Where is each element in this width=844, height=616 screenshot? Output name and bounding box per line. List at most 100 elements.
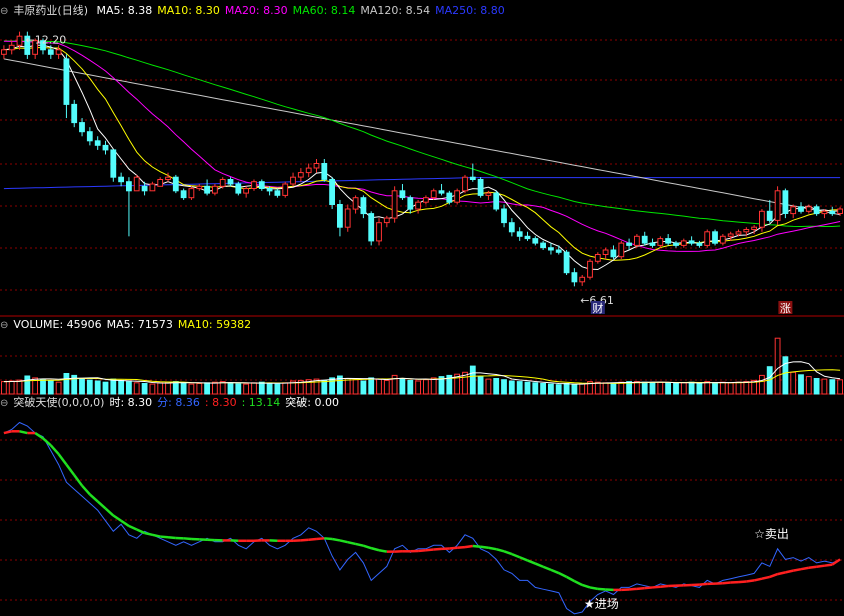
shi-line-segment bbox=[785, 569, 794, 574]
volume-bar bbox=[704, 381, 711, 395]
volume-bar bbox=[782, 356, 789, 395]
candle-body bbox=[243, 188, 249, 194]
candle-body bbox=[837, 208, 844, 214]
shi-line-segment bbox=[65, 463, 76, 476]
volume-bar bbox=[555, 384, 562, 395]
candle-body bbox=[821, 210, 828, 215]
volume-bar bbox=[579, 383, 586, 395]
volume-bar bbox=[360, 380, 367, 395]
shi-line-segment bbox=[316, 537, 325, 541]
candle-body bbox=[805, 206, 812, 212]
volume-bar bbox=[258, 381, 265, 395]
stock-name: 丰原药业 bbox=[13, 4, 58, 17]
indicator-header: ⊖ 突破天使(0,0,0,0) 时: 8.30 分: 8.36: 8.30: 13.1… bbox=[0, 395, 349, 411]
candle-body bbox=[47, 49, 54, 55]
volume-bar bbox=[16, 379, 23, 395]
candle-body bbox=[555, 249, 562, 253]
shi-line-segment bbox=[495, 547, 505, 553]
candle-body bbox=[344, 208, 351, 228]
ma-readout-5: MA250: 8.80 bbox=[435, 4, 505, 17]
volume-bar bbox=[649, 382, 656, 395]
volume-bar bbox=[508, 380, 515, 395]
shi-line-segment bbox=[746, 579, 755, 583]
candle-body bbox=[759, 210, 765, 228]
shi-line-segment bbox=[699, 582, 708, 586]
candle-body bbox=[477, 179, 484, 196]
candle-body bbox=[516, 231, 523, 237]
shi-line-segment bbox=[331, 537, 341, 542]
shi-line-segment bbox=[792, 567, 802, 572]
volume-bar bbox=[469, 365, 476, 395]
volume-bar bbox=[266, 383, 273, 395]
finance-tag-label: 财 bbox=[592, 301, 603, 315]
shi-line-segment bbox=[769, 572, 778, 579]
ma-values: MA5: 8.38 MA10: 8.30 MA20: 8.30 MA60: 8.14 M… bbox=[96, 4, 509, 17]
volume-bar bbox=[548, 383, 554, 395]
volume-bar bbox=[55, 381, 62, 395]
candle-body bbox=[290, 176, 296, 185]
volume-bar bbox=[8, 380, 15, 395]
candle-body bbox=[446, 192, 453, 203]
volume-bar bbox=[118, 379, 124, 395]
volume-bar bbox=[399, 378, 406, 395]
period-label: (日线) bbox=[57, 4, 88, 17]
indicator-pane: ★进场 ☆卖出 bbox=[3, 421, 841, 615]
candle-body bbox=[704, 231, 711, 246]
candle-body bbox=[305, 167, 312, 174]
indicator-annotations: ★进场 ☆卖出 bbox=[584, 527, 789, 611]
shi-line-segment bbox=[527, 559, 536, 565]
shi-line-segment bbox=[542, 565, 552, 572]
candle-body bbox=[829, 210, 836, 215]
volume-bar bbox=[532, 382, 539, 395]
volume-bar bbox=[516, 381, 523, 395]
candle-body bbox=[172, 176, 179, 192]
shi-line-segment bbox=[488, 546, 497, 551]
volume-bar bbox=[126, 381, 132, 395]
shi-line-segment bbox=[112, 514, 122, 522]
candle-body bbox=[743, 229, 750, 233]
volume-bar bbox=[735, 381, 742, 395]
collapse-icon[interactable]: ⊖ bbox=[0, 6, 8, 17]
volume-bar bbox=[493, 378, 500, 395]
volume-readout-0: VOLUME: 45906 bbox=[13, 318, 102, 331]
stock-chart[interactable]: ←12.20←6.61财涨 ★进场☆卖出 bbox=[0, 0, 844, 616]
candle-body bbox=[508, 222, 515, 233]
candle-body bbox=[712, 231, 718, 244]
volume-bar bbox=[712, 382, 718, 395]
candle-body bbox=[407, 197, 414, 210]
collapse-icon[interactable]: ⊖ bbox=[0, 320, 8, 331]
volume-bar bbox=[235, 383, 242, 395]
candle-body bbox=[55, 49, 62, 55]
volume-bar bbox=[110, 378, 117, 395]
candle-body bbox=[688, 240, 695, 244]
indicator-readout-2: : 8.30 bbox=[204, 396, 237, 409]
candle-body bbox=[610, 249, 617, 258]
shi-line-segment bbox=[308, 537, 317, 541]
shi-line-segment bbox=[324, 537, 333, 541]
volume-bar bbox=[805, 376, 812, 395]
candle-body bbox=[376, 222, 382, 242]
candle-body bbox=[399, 190, 406, 199]
volume-bar bbox=[790, 371, 797, 395]
volume-bar bbox=[602, 382, 609, 395]
shi-line-segment bbox=[347, 540, 356, 546]
shi-line-segment bbox=[89, 493, 99, 503]
volume-bar bbox=[798, 374, 804, 395]
candle-body bbox=[766, 210, 773, 221]
shi-line-segment bbox=[565, 575, 575, 583]
candle-body bbox=[94, 140, 101, 146]
volume-bar bbox=[594, 381, 601, 395]
volume-bar bbox=[102, 381, 109, 395]
collapse-icon[interactable]: ⊖ bbox=[0, 398, 8, 409]
candle-body bbox=[212, 185, 218, 194]
shi-line-segment bbox=[363, 544, 372, 550]
volume-bar bbox=[540, 383, 547, 395]
candle-body bbox=[579, 276, 586, 283]
indicator-readout-1: 分: 8.36 bbox=[157, 396, 200, 409]
shi-line-segment bbox=[449, 546, 458, 550]
candle-body bbox=[485, 192, 492, 196]
shi-line-segment bbox=[433, 547, 442, 551]
volume-bar bbox=[368, 377, 375, 395]
candle-body bbox=[126, 181, 132, 192]
volume-bar bbox=[680, 382, 687, 395]
